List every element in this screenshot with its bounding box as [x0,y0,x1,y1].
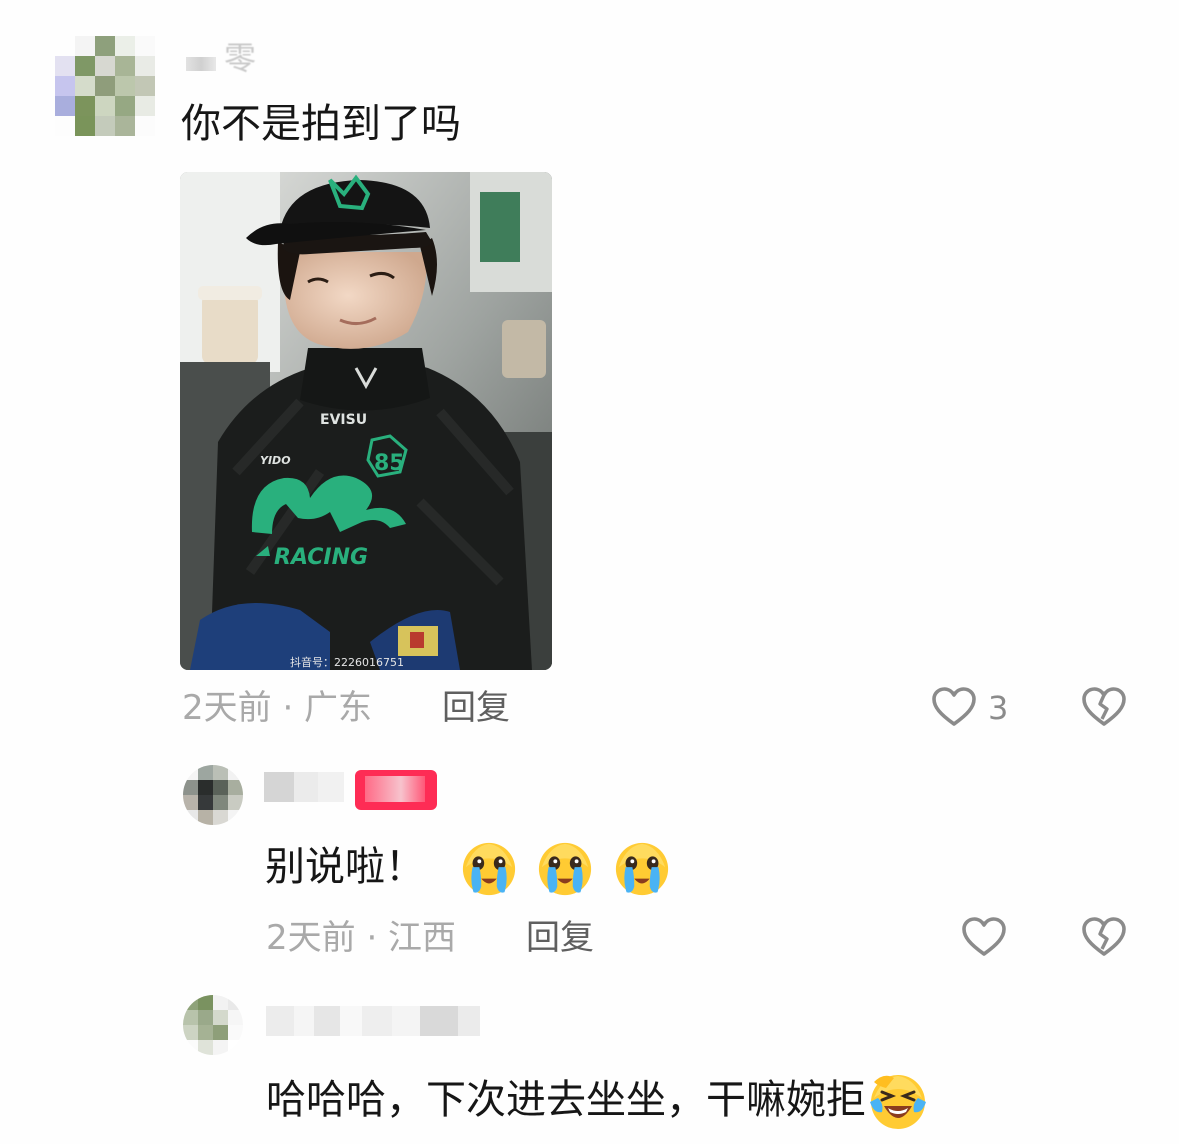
comment-image[interactable]: EVISU YIDO 85 RACING 抖音号：2226016751 [180,172,552,670]
comment-meta: 2天前 · 广东 [182,688,373,728]
comment-text: 哈哈哈，下次进去坐坐，干嘛婉拒 [266,1072,928,1132]
dislike-icon[interactable] [1080,913,1128,961]
avatar[interactable] [183,995,243,1055]
svg-text:RACING: RACING [274,545,368,570]
svg-text:EVISU: EVISU [320,412,367,428]
image-watermark: 抖音号：2226016751 [290,655,404,669]
avatar[interactable] [183,765,243,825]
comment-meta: 2天前 · 江西 [266,918,457,958]
heart-icon[interactable] [960,913,1008,961]
heart-icon[interactable] [930,683,978,731]
crying-emoji-icon [616,842,669,896]
photo-illustration: EVISU YIDO 85 RACING 抖音号：2226016751 [180,172,552,670]
dislike-icon[interactable] [1080,683,1128,731]
badge-blur [365,776,425,802]
avatar[interactable] [55,36,155,136]
svg-text:YIDO: YIDO [260,454,291,467]
comment-text-content: 哈哈哈，下次进去坐坐，干嘛婉拒 [266,1077,866,1123]
comment-text: 你不是拍到了吗 [181,101,461,147]
username-blur [186,57,216,71]
username-text: 零 [224,39,257,77]
svg-text:85: 85 [374,451,405,476]
reply-button[interactable]: 回复 [526,918,594,958]
crying-emoji-icon [539,842,592,896]
like-count: 3 [988,689,1009,727]
username[interactable] [266,1006,480,1036]
reply-button[interactable]: 回复 [442,688,510,728]
username[interactable]: 零 [186,36,257,77]
laughing-crying-emoji-icon [870,1075,926,1129]
crying-emoji-icon [462,842,515,896]
username[interactable] [264,772,344,802]
author-badge [355,770,437,810]
comment-text: 别说啦！ [265,840,671,898]
comment-text-content: 别说啦！ [265,844,425,890]
